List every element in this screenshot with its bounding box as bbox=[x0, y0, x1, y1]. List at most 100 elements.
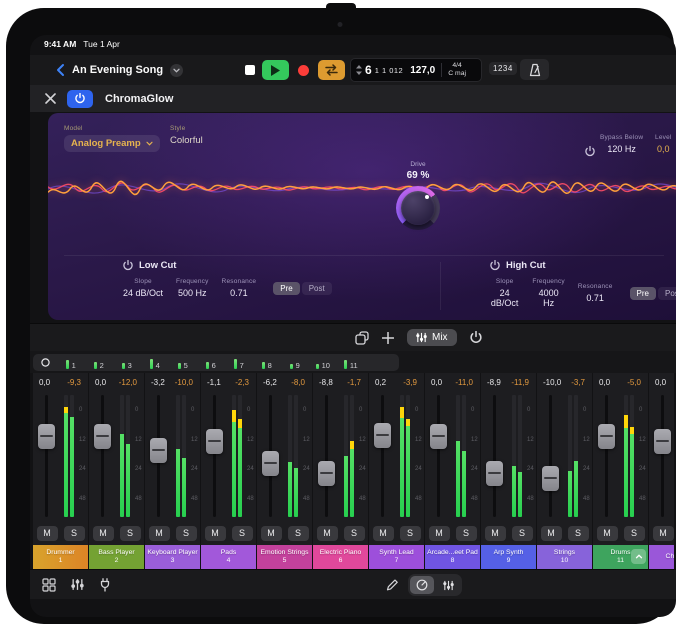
tempo-value[interactable]: 127,0 bbox=[410, 65, 435, 76]
stop-button[interactable] bbox=[242, 60, 258, 80]
plugin-view-icon[interactable] bbox=[99, 578, 111, 592]
high-cut-power-icon[interactable] bbox=[490, 260, 500, 271]
level-control[interactable]: Level 0,0 bbox=[655, 134, 672, 154]
position-stepper-icon[interactable] bbox=[356, 65, 362, 75]
track-name-label[interactable]: Strings 10 bbox=[537, 545, 592, 569]
duplicate-icon[interactable] bbox=[355, 331, 369, 345]
solo-button[interactable]: S bbox=[120, 526, 141, 541]
volume-fader-handle[interactable] bbox=[150, 438, 167, 463]
solo-button[interactable]: S bbox=[624, 526, 645, 541]
song-title[interactable]: An Evening Song bbox=[72, 64, 163, 76]
overview-track-cell[interactable]: 1 bbox=[57, 354, 85, 371]
volume-fader-handle[interactable] bbox=[94, 424, 111, 449]
track-name-label[interactable]: Electric Piano 6 bbox=[313, 545, 368, 569]
track-name-label[interactable]: Emotion Strings 5 bbox=[257, 545, 312, 569]
overview-track-cell[interactable]: 7 bbox=[225, 354, 253, 371]
pencil-icon[interactable] bbox=[385, 578, 398, 591]
solo-button[interactable]: S bbox=[400, 526, 421, 541]
track-stack-expander[interactable] bbox=[631, 549, 646, 564]
high-cut-slope[interactable]: Slope 24 dB/Oct bbox=[490, 278, 519, 308]
volume-fader-handle[interactable] bbox=[206, 429, 223, 454]
volume-fader-track[interactable] bbox=[269, 395, 272, 517]
volume-fader-handle[interactable] bbox=[430, 424, 447, 449]
volume-fader-track[interactable] bbox=[45, 395, 48, 517]
low-cut-power-icon[interactable] bbox=[123, 260, 133, 271]
mixer-power-icon[interactable] bbox=[470, 331, 482, 344]
track-name-label[interactable]: Bass Player 2 bbox=[89, 545, 144, 569]
low-cut-pre-button[interactable]: Pre bbox=[273, 282, 299, 295]
high-cut-pre-button[interactable]: Pre bbox=[630, 287, 656, 300]
mute-button[interactable]: M bbox=[429, 526, 450, 541]
volume-fader-handle[interactable] bbox=[542, 466, 559, 491]
model-selector[interactable]: Analog Preamp bbox=[64, 135, 160, 152]
play-button[interactable] bbox=[262, 60, 289, 80]
lcd-display[interactable]: 6 1 1 012 127,0 4/4 C maj bbox=[350, 58, 482, 82]
overview-track-cell[interactable]: 6 bbox=[197, 354, 225, 371]
low-cut-resonance[interactable]: Resonance 0.71 bbox=[222, 278, 257, 298]
solo-button[interactable]: S bbox=[512, 526, 533, 541]
channel-faders-button[interactable] bbox=[436, 576, 460, 594]
back-chevron-icon[interactable] bbox=[55, 63, 65, 77]
low-cut-frequency[interactable]: Frequency 500 Hz bbox=[176, 278, 209, 298]
plugin-power-button[interactable] bbox=[67, 90, 93, 108]
track-name-label[interactable]: Pads 4 bbox=[201, 545, 256, 569]
volume-fader-handle[interactable] bbox=[262, 451, 279, 476]
volume-fader-handle[interactable] bbox=[38, 424, 55, 449]
volume-fader-track[interactable] bbox=[325, 395, 328, 517]
solo-button[interactable]: S bbox=[64, 526, 85, 541]
solo-button[interactable]: S bbox=[288, 526, 309, 541]
volume-fader-handle[interactable] bbox=[318, 461, 335, 486]
key-signature[interactable]: C maj bbox=[448, 70, 466, 78]
time-signature[interactable]: 4/4 bbox=[448, 62, 466, 70]
mute-button[interactable]: M bbox=[205, 526, 226, 541]
overview-track-cell[interactable]: 9 bbox=[281, 354, 309, 371]
close-plugin-icon[interactable] bbox=[45, 93, 56, 104]
mute-button[interactable]: M bbox=[653, 526, 674, 541]
style-control[interactable]: Style Colorful bbox=[170, 125, 203, 146]
track-name-label[interactable]: Chorus bbox=[649, 545, 674, 569]
volume-fader-track[interactable] bbox=[213, 395, 216, 517]
track-name-label[interactable]: Drummer 1 bbox=[33, 545, 88, 569]
output-circle-icon[interactable] bbox=[41, 358, 50, 367]
song-menu-chevron-icon[interactable] bbox=[170, 64, 183, 77]
volume-fader-track[interactable] bbox=[605, 395, 608, 517]
mute-button[interactable]: M bbox=[317, 526, 338, 541]
high-cut-post-button[interactable]: Post bbox=[658, 287, 676, 300]
overview-track-cell[interactable]: 11 bbox=[337, 354, 365, 371]
bypass-power-icon[interactable] bbox=[585, 146, 595, 157]
mute-button[interactable]: M bbox=[261, 526, 282, 541]
volume-fader-handle[interactable] bbox=[598, 424, 615, 449]
overview-track-cell[interactable]: 3 bbox=[113, 354, 141, 371]
count-in-button[interactable]: 1234 bbox=[489, 62, 517, 75]
solo-button[interactable]: S bbox=[568, 526, 589, 541]
mute-button[interactable]: M bbox=[485, 526, 506, 541]
record-button[interactable] bbox=[293, 60, 313, 80]
mute-button[interactable]: M bbox=[149, 526, 170, 541]
high-cut-resonance[interactable]: Resonance 0.71 bbox=[578, 283, 613, 303]
volume-fader-handle[interactable] bbox=[486, 461, 503, 486]
solo-button[interactable]: S bbox=[232, 526, 253, 541]
high-cut-frequency[interactable]: Frequency 4000 Hz bbox=[532, 278, 565, 308]
metronome-button[interactable] bbox=[520, 59, 549, 80]
track-name-label[interactable]: Keyboard Player 3 bbox=[145, 545, 200, 569]
track-name-label[interactable]: Drums 11 bbox=[593, 545, 648, 569]
track-name-label[interactable]: Arp Synth 9 bbox=[481, 545, 536, 569]
volume-fader-track[interactable] bbox=[661, 395, 664, 517]
mute-button[interactable]: M bbox=[373, 526, 394, 541]
drive-knob[interactable] bbox=[396, 186, 440, 230]
overview-track-cell[interactable]: 4 bbox=[141, 354, 169, 371]
volume-fader-track[interactable] bbox=[493, 395, 496, 517]
overview-track-cell[interactable]: 10 bbox=[309, 354, 337, 371]
solo-button[interactable]: S bbox=[176, 526, 197, 541]
volume-fader-track[interactable] bbox=[549, 395, 552, 517]
volume-fader-track[interactable] bbox=[381, 395, 384, 517]
mix-button[interactable]: Mix bbox=[407, 329, 457, 346]
solo-button[interactable]: S bbox=[344, 526, 365, 541]
overview-track-cell[interactable]: 8 bbox=[253, 354, 281, 371]
mute-button[interactable]: M bbox=[93, 526, 114, 541]
solo-button[interactable]: S bbox=[456, 526, 477, 541]
bypass-below-control[interactable]: Bypass Below 120 Hz bbox=[600, 134, 643, 154]
browser-icon[interactable] bbox=[42, 578, 56, 592]
add-track-icon[interactable] bbox=[382, 332, 394, 344]
mute-button[interactable]: M bbox=[597, 526, 618, 541]
